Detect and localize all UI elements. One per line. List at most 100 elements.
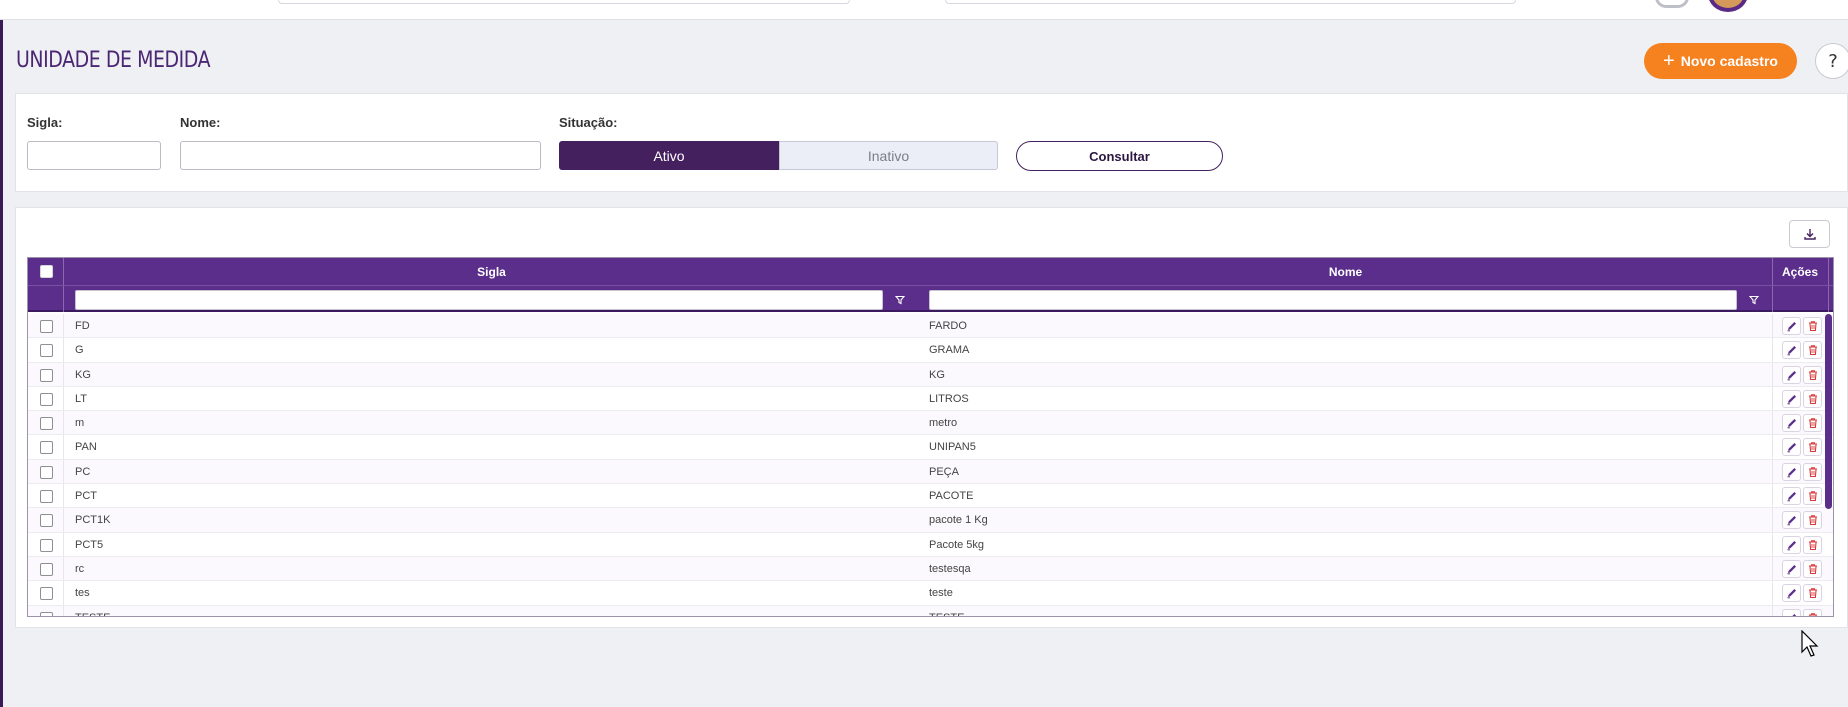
select-all-checkbox[interactable] <box>40 265 53 278</box>
edit-button[interactable] <box>1782 341 1801 360</box>
table-row[interactable]: PCT PACOTE <box>28 484 1833 509</box>
new-record-button[interactable]: + Novo cadastro <box>1644 43 1797 79</box>
cell-divider <box>63 508 64 532</box>
edit-button[interactable] <box>1782 535 1801 554</box>
table-row[interactable]: TESTE TESTE <box>28 605 1833 616</box>
row-checkbox[interactable] <box>40 538 53 552</box>
cell-nome: FARDO <box>929 320 967 332</box>
edit-button[interactable] <box>1782 317 1801 335</box>
edit-button[interactable] <box>1782 608 1801 616</box>
grid-body: FD FARDO G GRAMA KG KG LT LITROS m metro PAN UNIPAN… <box>28 314 1833 616</box>
row-checkbox[interactable] <box>40 368 53 382</box>
delete-button[interactable] <box>1803 608 1822 616</box>
delete-button[interactable] <box>1803 559 1822 578</box>
nome-input[interactable] <box>180 141 541 170</box>
row-checkbox[interactable] <box>40 490 53 504</box>
trash-icon <box>1808 442 1817 453</box>
column-header-nome[interactable]: Nome <box>919 258 1772 285</box>
row-checkbox[interactable] <box>40 344 53 358</box>
table-row[interactable]: KG KG <box>28 362 1833 387</box>
table-row[interactable]: PC PEÇA <box>28 459 1833 485</box>
left-nav-edge <box>0 0 3 707</box>
table-row[interactable]: LT LITROS <box>28 386 1833 412</box>
row-checkbox[interactable] <box>40 417 53 431</box>
table-row[interactable]: PAN UNIPAN5 <box>28 435 1833 460</box>
table-row[interactable]: tes teste <box>28 581 1833 606</box>
row-checkbox[interactable] <box>40 587 53 601</box>
table-row[interactable]: m metro <box>28 411 1833 436</box>
edit-button[interactable] <box>1782 559 1801 578</box>
delete-button[interactable] <box>1803 317 1822 335</box>
pencil-icon <box>1787 564 1796 575</box>
cell-divider <box>63 362 64 386</box>
delete-button[interactable] <box>1803 462 1822 481</box>
row-checkbox[interactable] <box>40 441 53 455</box>
delete-button[interactable] <box>1803 414 1822 433</box>
export-button[interactable] <box>1789 220 1830 248</box>
trash-icon <box>1808 467 1817 477</box>
delete-button[interactable] <box>1803 535 1822 554</box>
cell-divider <box>63 605 64 616</box>
table-row[interactable]: PCT1K pacote 1 Kg <box>28 508 1833 533</box>
delete-button[interactable] <box>1803 584 1822 603</box>
top-search-input-2[interactable] <box>945 0 1516 4</box>
pencil-icon <box>1787 346 1796 356</box>
user-avatar[interactable] <box>1708 0 1748 12</box>
vertical-scrollbar[interactable] <box>1825 314 1832 509</box>
trash-icon <box>1808 539 1817 550</box>
edit-button[interactable] <box>1782 438 1801 457</box>
cell-divider <box>1772 484 1773 508</box>
edit-button[interactable] <box>1782 462 1801 481</box>
column-header-sigla[interactable]: Sigla <box>64 258 919 285</box>
table-row[interactable]: PCT5 Pacote 5kg <box>28 532 1833 557</box>
row-checkbox[interactable] <box>40 562 53 576</box>
delete-button[interactable] <box>1803 341 1822 360</box>
sigla-input[interactable] <box>27 141 161 170</box>
cell-divider <box>63 581 64 605</box>
table-row[interactable]: FD FARDO <box>28 314 1833 339</box>
cell-divider <box>63 556 64 581</box>
edit-button[interactable] <box>1782 389 1801 408</box>
consultar-button[interactable]: Consultar <box>1016 141 1223 171</box>
edit-button[interactable] <box>1782 414 1801 433</box>
row-checkbox[interactable] <box>40 320 53 333</box>
new-record-label: Novo cadastro <box>1680 53 1778 69</box>
row-checkbox[interactable] <box>40 465 53 479</box>
pencil-icon <box>1787 443 1796 453</box>
help-button[interactable]: ? <box>1815 43 1848 79</box>
edit-button[interactable] <box>1782 511 1801 530</box>
cell-divider <box>1772 362 1773 386</box>
cell-nome: TESTE <box>929 612 964 616</box>
row-checkbox[interactable] <box>40 392 53 406</box>
delete-button[interactable] <box>1803 438 1822 457</box>
cell-divider <box>1772 556 1773 581</box>
row-checkbox[interactable] <box>40 611 53 616</box>
edit-button[interactable] <box>1782 365 1801 384</box>
cell-nome: UNIPAN5 <box>929 441 976 454</box>
delete-button[interactable] <box>1803 511 1822 530</box>
cell-divider <box>63 484 64 508</box>
cell-sigla: FD <box>75 320 90 332</box>
sigla-column-filter-input[interactable] <box>75 290 883 310</box>
cell-nome: teste <box>929 587 953 600</box>
situacao-ativo-toggle[interactable]: Ativo <box>559 141 779 170</box>
situacao-inativo-toggle[interactable]: Inativo <box>779 141 998 170</box>
top-search-input-1[interactable] <box>278 0 850 4</box>
cell-nome: pacote 1 Kg <box>929 514 988 527</box>
filter-icon[interactable] <box>1746 292 1762 308</box>
cell-sigla: tes <box>75 587 90 600</box>
table-row[interactable]: rc testesqa <box>28 556 1833 582</box>
delete-button[interactable] <box>1803 487 1822 506</box>
table-row[interactable]: G GRAMA <box>28 338 1833 363</box>
cell-sigla: G <box>75 344 84 357</box>
delete-button[interactable] <box>1803 365 1822 384</box>
filter-icon[interactable] <box>892 292 908 308</box>
data-grid: Sigla Nome Ações FD FARDO G GRAMA KG KG LT LITR… <box>27 257 1834 617</box>
edit-button[interactable] <box>1782 487 1801 506</box>
cell-nome: PACOTE <box>929 490 974 503</box>
delete-button[interactable] <box>1803 389 1822 408</box>
row-checkbox[interactable] <box>40 514 53 528</box>
edit-button[interactable] <box>1782 584 1801 603</box>
nome-column-filter-input[interactable] <box>929 290 1737 310</box>
headset-icon[interactable] <box>1655 0 1689 8</box>
